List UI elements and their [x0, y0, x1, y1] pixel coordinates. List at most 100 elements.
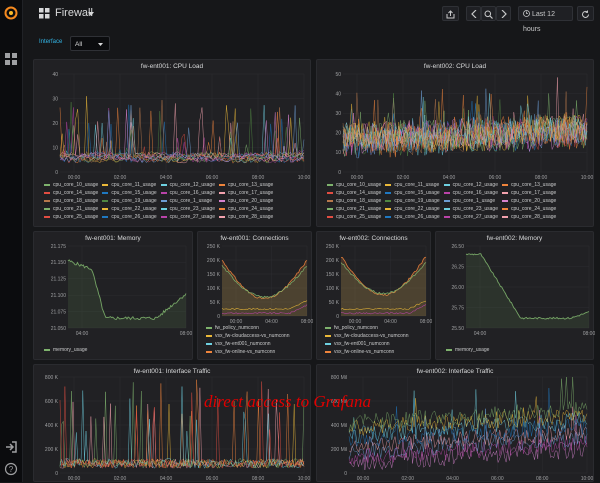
connections-panel-ent001[interactable]: fw-ent001: Connections 250 K 200 K 150 K 10… [197, 231, 313, 360]
legend-item[interactable]: fw_policy_numconn [325, 325, 408, 331]
series-area [341, 262, 426, 316]
memory-panel-ent002[interactable]: fw-ent002: Memory 26.50 26.25 26.00 25.75 25… [435, 231, 595, 360]
y-tick-label: 0 [344, 471, 347, 477]
grafana-logo-icon[interactable] [4, 6, 18, 20]
series-line [59, 100, 305, 164]
legend-item[interactable]: cpu_core_1_usage [160, 198, 215, 204]
legend-swatch [44, 192, 50, 194]
legend-item[interactable]: cpu_core_23_usage [443, 206, 498, 212]
apps-icon[interactable] [4, 52, 18, 66]
legend-item[interactable]: vsx_fw-cloudaccess-vs_numconn [206, 333, 289, 339]
legend-item[interactable]: cpu_core_20_usage [218, 198, 273, 204]
time-forward-button[interactable] [496, 6, 511, 21]
legend-item[interactable]: cpu_core_12_usage [160, 182, 215, 188]
legend-label: vsx_fw-online-vs_numconn [334, 349, 395, 355]
legend-item[interactable]: cpu_core_28_usage [218, 214, 273, 220]
legend-item[interactable]: cpu_core_17_usage [218, 190, 273, 196]
y-tick-label: 10 [52, 145, 58, 151]
legend-label: cpu_core_25_usage [336, 214, 382, 220]
legend-item[interactable]: cpu_core_27_usage [443, 214, 498, 220]
legend-item[interactable]: cpu_core_14_usage [44, 190, 98, 196]
legend-item[interactable]: cpu_core_10_usage [44, 182, 98, 188]
connections-panel-ent002[interactable]: fw-ent002: Connections 250 K 200 K 150 K 10… [316, 231, 432, 360]
refresh-button[interactable] [577, 6, 594, 21]
legend-item[interactable]: cpu_core_16_usage [160, 190, 215, 196]
legend-item[interactable]: cpu_core_28_usage [501, 214, 556, 220]
legend-item[interactable]: cpu_core_14_usage [327, 190, 381, 196]
interface-traffic-panel-ent002[interactable]: fw-ent002: Interface Traffic 800 Mil 600 … [316, 364, 594, 482]
help-icon[interactable]: ? [4, 462, 18, 476]
x-tick-label: 08:00 [536, 476, 549, 482]
legend-item[interactable]: vsx_fw-cloudaccess-vs_numconn [325, 333, 408, 339]
legend-item[interactable]: cpu_core_1_usage [443, 198, 498, 204]
legend-label: cpu_core_19_usage [394, 198, 440, 204]
legend-item[interactable]: cpu_core_18_usage [44, 198, 98, 204]
cpu-load-panel-ent001[interactable]: fw-ent001: CPU Load 40 30 20 10 0 00:00 02:00 0… [33, 59, 311, 227]
interface-traffic-panel-ent001[interactable]: fw-ent001: Interface Traffic 800 K 600 K4… [33, 364, 311, 482]
x-tick-label: 00:00 [351, 175, 364, 181]
legend-item[interactable]: fw_policy_numconn [206, 325, 289, 331]
legend-item[interactable]: cpu_core_18_usage [327, 198, 381, 204]
interface-variable-select[interactable]: All [70, 36, 110, 51]
legend-item[interactable]: cpu_core_21_usage [44, 206, 98, 212]
legend-item[interactable]: vsx_fw-online-vs_numconn [206, 349, 289, 355]
legend-item[interactable]: vsx_fw-ent001_numconn [206, 341, 289, 347]
legend-item[interactable]: cpu_core_16_usage [443, 190, 498, 196]
legend-item[interactable]: memory_usage [446, 347, 489, 353]
legend-item[interactable]: cpu_core_11_usage [385, 182, 439, 188]
memory-chart: 21.175 21.150 21.125 21.100 21.075 21.050 04:0… [51, 244, 193, 337]
legend-item[interactable]: cpu_core_20_usage [501, 198, 556, 204]
y-tick-label: 21.150 [51, 260, 67, 266]
legend: memory_usage [446, 347, 489, 353]
caret-down-icon[interactable] [88, 12, 94, 16]
y-tick-label: 150 K [207, 272, 221, 278]
legend-item[interactable]: cpu_core_22_usage [102, 206, 157, 212]
legend-item[interactable]: cpu_core_13_usage [501, 182, 556, 188]
legend-item[interactable]: vsx_fw-online-vs_numconn [325, 349, 408, 355]
legend-label: cpu_core_1_usage [169, 198, 213, 204]
zoom-out-button[interactable] [481, 6, 496, 21]
cpu-load-panel-ent002[interactable]: fw-ent002: CPU Load 50 40 30 20 10 0 00:00 02:0… [316, 59, 594, 227]
sign-in-icon[interactable] [4, 440, 18, 454]
legend-item[interactable]: cpu_core_24_usage [218, 206, 273, 212]
legend-item[interactable]: cpu_core_27_usage [160, 214, 215, 220]
y-tick-label: 800 K [45, 375, 59, 381]
legend-swatch [102, 208, 109, 210]
legend-item[interactable]: cpu_core_22_usage [385, 206, 440, 212]
memory-panel-ent001[interactable]: fw-ent001: Memory 21.175 21.150 21.125 21.1… [33, 231, 193, 360]
legend-item[interactable]: memory_usage [44, 347, 87, 353]
legend-item[interactable]: cpu_core_24_usage [501, 206, 556, 212]
legend-item[interactable]: cpu_core_26_usage [385, 214, 440, 220]
memory-chart: 26.50 26.25 26.00 25.75 25.50 04:00 08:00 [451, 244, 595, 337]
svg-text:?: ? [9, 465, 14, 474]
legend-label: cpu_core_14_usage [336, 190, 382, 196]
legend-item[interactable]: cpu_core_21_usage [327, 206, 381, 212]
legend-item[interactable]: cpu_core_11_usage [102, 182, 156, 188]
legend-item[interactable]: cpu_core_25_usage [44, 214, 98, 220]
legend-label: cpu_core_27_usage [169, 214, 215, 220]
share-button[interactable] [442, 6, 459, 21]
legend-label: cpu_core_18_usage [336, 198, 382, 204]
legend-item[interactable]: cpu_core_12_usage [443, 182, 498, 188]
legend-item[interactable]: cpu_core_23_usage [160, 206, 215, 212]
legend-item[interactable]: vsx_fw-ent001_numconn [325, 341, 408, 347]
legend-item[interactable]: cpu_core_25_usage [327, 214, 381, 220]
legend-swatch [160, 216, 167, 218]
legend-item[interactable]: cpu_core_26_usage [102, 214, 157, 220]
legend-item[interactable]: cpu_core_17_usage [501, 190, 556, 196]
time-back-button[interactable] [466, 6, 481, 21]
legend-item[interactable]: cpu_core_13_usage [218, 182, 273, 188]
legend-swatch [327, 192, 333, 194]
x-tick-label: 06:00 [206, 175, 219, 181]
x-tick-label: 04:00 [474, 331, 487, 337]
legend-item[interactable]: cpu_core_10_usage [327, 182, 381, 188]
time-picker[interactable]: Last 12 hours [518, 6, 573, 33]
legend-item[interactable]: cpu_core_19_usage [385, 198, 440, 204]
dashboards-grid-icon[interactable] [39, 8, 50, 19]
legend-item[interactable]: cpu_core_15_usage [102, 190, 157, 196]
legend-item[interactable]: cpu_core_19_usage [102, 198, 157, 204]
legend-item[interactable]: cpu_core_15_usage [385, 190, 440, 196]
y-tick-label: 40 [335, 91, 341, 97]
legend-swatch [327, 216, 333, 218]
series-line [348, 396, 588, 436]
